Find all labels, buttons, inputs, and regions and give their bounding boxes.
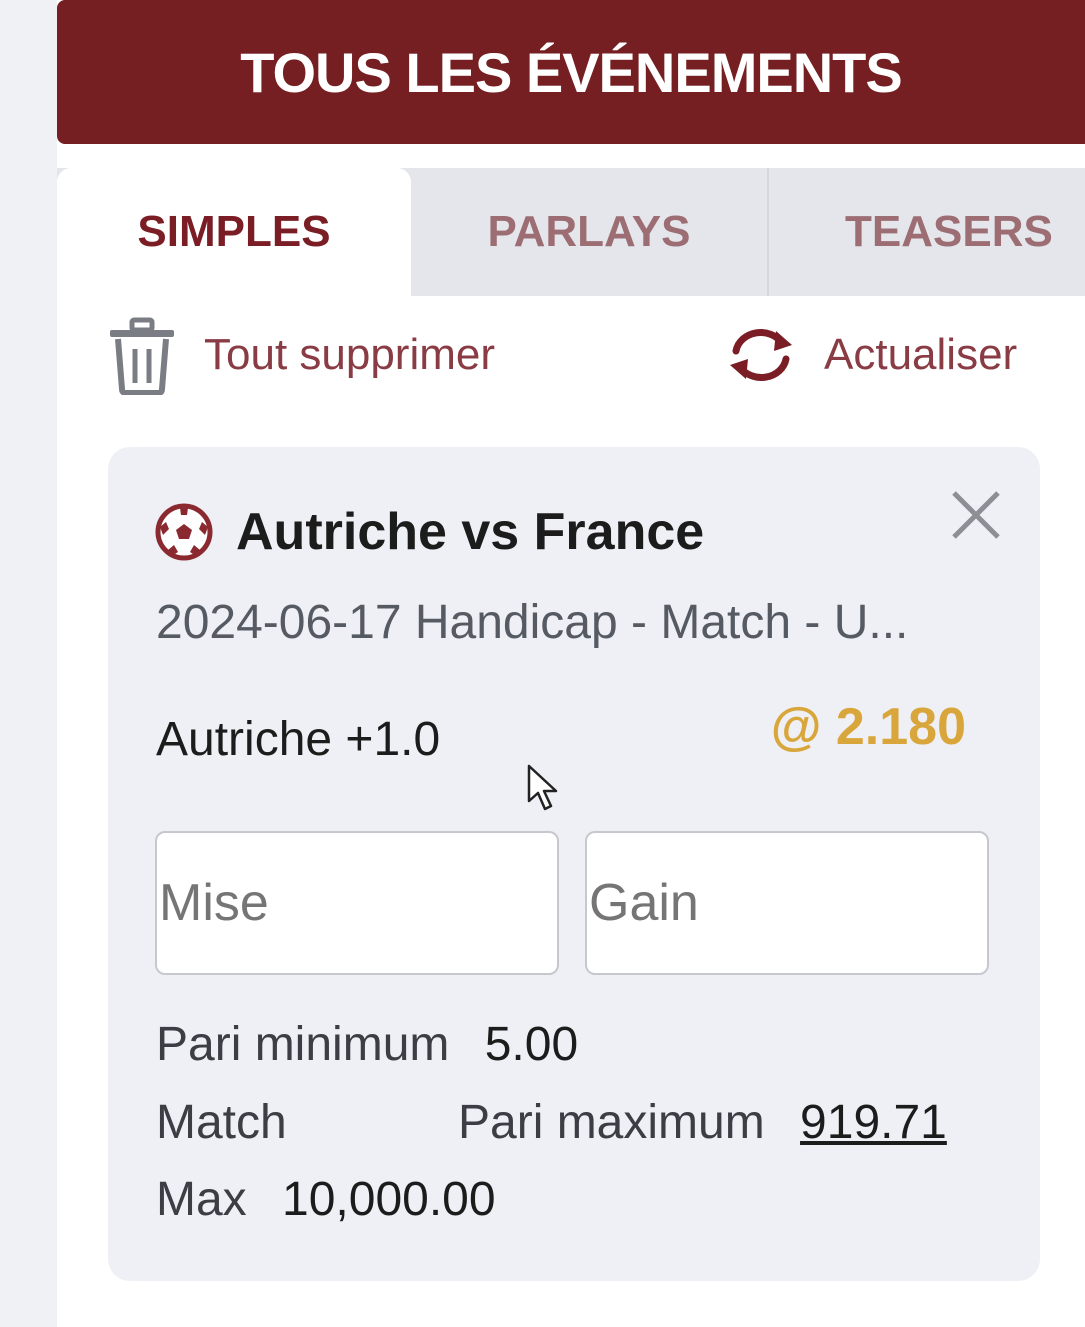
tab-simples[interactable]: SIMPLES [57,168,411,296]
stake-input[interactable] [155,831,559,975]
delete-all-label: Tout supprimer [204,330,496,379]
max-bet-label: Pari maximum [458,1096,765,1149]
tab-label: PARLAYS [487,207,691,256]
tab-label: SIMPLES [137,207,331,256]
close-icon [950,489,1002,546]
bet-description: 2024-06-17 Handicap - Match - U... [156,596,909,649]
min-bet-value: 5.00 [484,1018,579,1071]
trash-icon [106,315,178,395]
match-title: Autriche vs France [236,503,705,561]
refresh-label: Actualiser [824,330,1018,379]
match-label: Match [156,1096,287,1149]
bet-type-tabs: SIMPLES PARLAYS TEASERS [57,168,1085,296]
bet-odds: @ 2.180 [770,698,966,756]
tab-label: TEASERS [845,207,1053,256]
refresh-icon [726,325,796,385]
max-bet-value[interactable]: 919.71 [800,1096,947,1149]
remove-bet-button[interactable] [946,487,1006,547]
cap-value: 10,000.00 [282,1173,496,1226]
tab-teasers[interactable]: TEASERS [767,168,1085,296]
match-title-row: Autriche vs France [154,502,704,562]
win-input[interactable] [585,831,989,975]
min-bet-label: Pari minimum [156,1018,450,1071]
bet-card: Autriche vs France 2024-06-17 Handicap -… [108,447,1040,1281]
mouse-cursor-icon [526,763,560,818]
max-bet-row: Pari maximum 919.71 [458,1095,947,1150]
cap-label: Max [156,1173,247,1226]
refresh-button[interactable]: Actualiser [726,310,1017,400]
cap-row: Max 10,000.00 [156,1172,496,1227]
soccer-ball-icon [154,502,214,562]
min-bet-row: Pari minimum 5.00 [156,1017,578,1072]
header-title: TOUS LES ÉVÉNEMENTS [240,40,902,104]
tab-parlays[interactable]: PARLAYS [411,168,767,296]
delete-all-button[interactable]: Tout supprimer [106,310,495,400]
bet-selection: Autriche +1.0 [156,713,441,766]
betslip-header[interactable]: TOUS LES ÉVÉNEMENTS [57,0,1085,144]
